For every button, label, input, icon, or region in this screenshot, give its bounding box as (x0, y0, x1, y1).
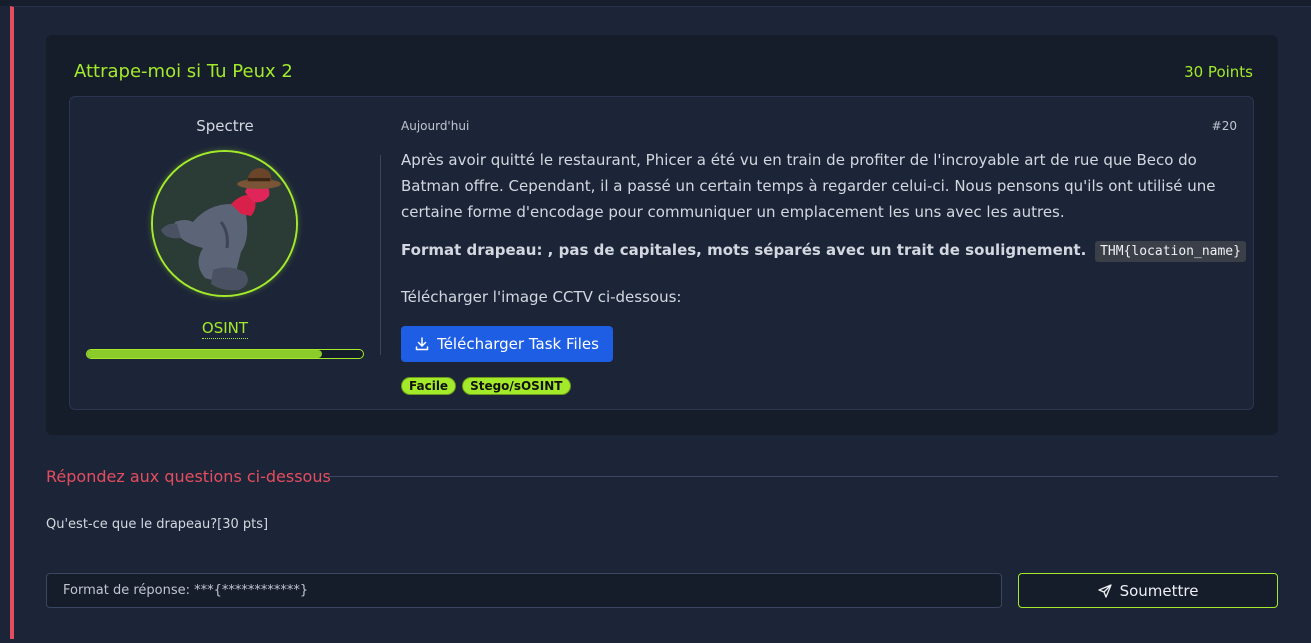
tag-difficulty[interactable]: Facile (401, 377, 457, 395)
submit-button-label: Soumettre (1119, 581, 1199, 600)
task-title[interactable]: Attrape-moi si Tu Peux 2 (74, 61, 293, 82)
download-instructions: Télécharger l'image CCTV ci-dessous: (401, 288, 682, 306)
task-post: Spectre OSINT Aujourd'hui #20 Après avoi… (69, 96, 1254, 410)
author-role-label[interactable]: OSINT (201, 319, 249, 339)
send-icon (1097, 583, 1112, 598)
task-points: 30 Points (1184, 63, 1253, 81)
tag-list: Facile Stego/sOSINT (401, 377, 571, 395)
spy-figure-icon (153, 152, 296, 295)
author-name[interactable]: Spectre (70, 117, 380, 135)
question-text: Qu'est-ce que le drapeau?[30 pts] (46, 517, 269, 532)
download-button-label: Télécharger Task Files (437, 335, 599, 353)
answers-divider (328, 476, 1278, 477)
flag-format: Format drapeau: , pas de capitales, mots… (401, 241, 1246, 262)
author-panel: Spectre OSINT (70, 97, 380, 409)
flag-format-code: THM{location_name} (1095, 241, 1246, 262)
post-content: Aujourd'hui #20 Après avoir quitté le re… (401, 97, 1246, 409)
download-task-files-button[interactable]: Télécharger Task Files (401, 326, 613, 362)
post-number[interactable]: #20 (1212, 119, 1237, 133)
submit-button[interactable]: Soumettre (1018, 573, 1278, 608)
post-date: Aujourd'hui (401, 119, 470, 133)
answer-input[interactable] (46, 573, 1002, 608)
task-card: Attrape-moi si Tu Peux 2 30 Points Spect… (46, 35, 1278, 435)
flag-format-label: Format drapeau: , pas de capitales, mots… (401, 241, 1087, 259)
author-role[interactable]: OSINT (70, 319, 380, 339)
answers-section-title: Répondez aux questions ci-dessous (46, 467, 331, 486)
avatar[interactable] (151, 150, 298, 297)
author-progress-fill (87, 350, 322, 358)
tag-category[interactable]: Stego/sOSINT (462, 377, 571, 395)
vertical-divider (380, 155, 381, 355)
download-icon (415, 337, 429, 351)
post-description: Après avoir quitté le restaurant, Phicer… (401, 151, 1216, 221)
author-progress-bar (86, 349, 364, 359)
